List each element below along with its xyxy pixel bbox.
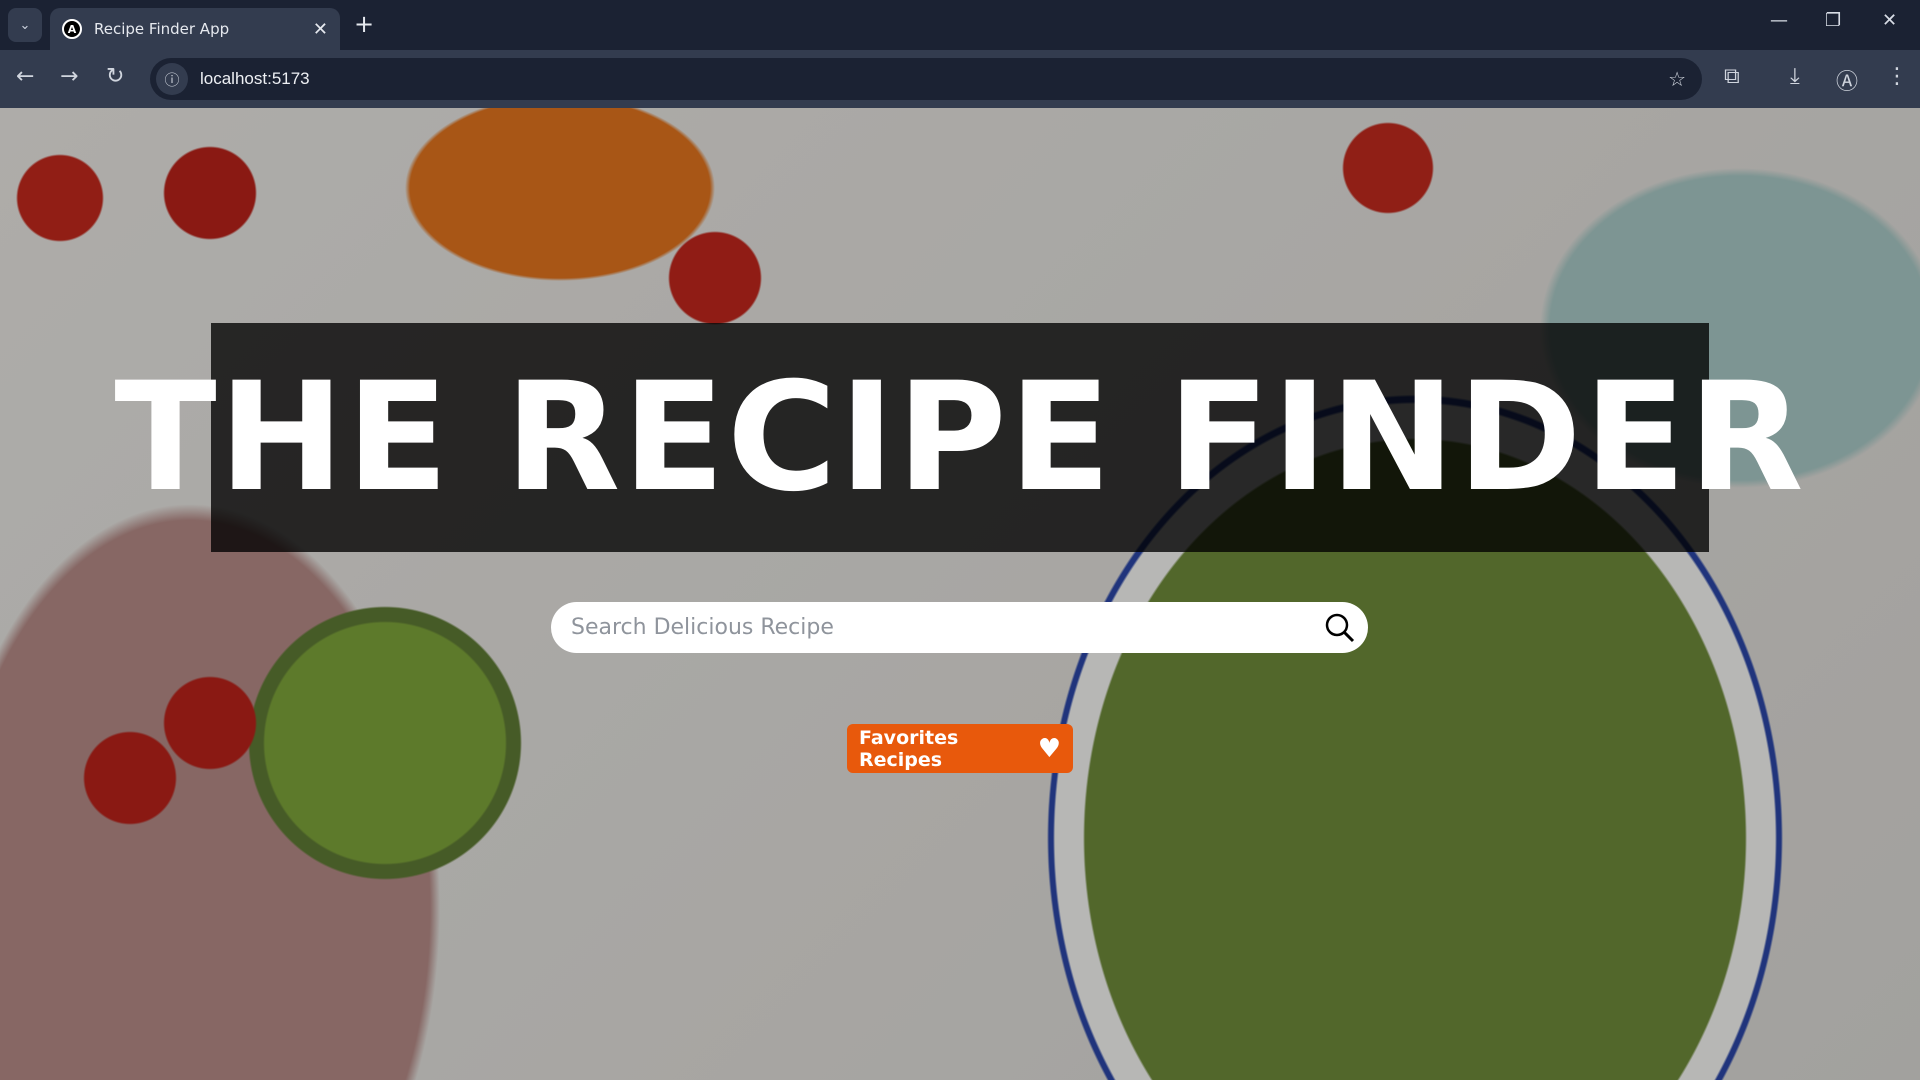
menu-icon[interactable]: ⋮	[1886, 64, 1908, 89]
minimize-icon[interactable]: —	[1770, 10, 1788, 31]
reload-icon[interactable]: ↻	[106, 64, 124, 89]
tab-title: Recipe Finder App	[94, 20, 230, 38]
bookmark-star-icon[interactable]: ☆	[1668, 67, 1686, 91]
favorites-button[interactable]: Favorites Recipes ♥	[847, 724, 1073, 773]
address-bar[interactable]: ⓘ localhost:5173 ☆	[150, 58, 1702, 100]
new-tab-icon[interactable]: +	[354, 10, 374, 38]
search-icon[interactable]	[1324, 612, 1356, 644]
close-tab-icon[interactable]: ✕	[313, 19, 328, 40]
heart-icon: ♥	[1037, 733, 1061, 764]
search-bar	[551, 602, 1368, 653]
browser-toolbar: ← → ↻ ⓘ localhost:5173 ☆ ⧉ ⤓ Ⓐ ⋮	[0, 50, 1920, 108]
profile-icon[interactable]: Ⓐ	[1836, 64, 1858, 96]
close-window-icon[interactable]: ✕	[1882, 10, 1897, 31]
extensions-icon[interactable]: ⧉	[1724, 64, 1740, 89]
back-icon[interactable]: ←	[16, 64, 34, 89]
download-icon[interactable]: ⤓	[1790, 64, 1800, 89]
url-text[interactable]: localhost:5173	[200, 69, 310, 89]
browser-tab[interactable]: A Recipe Finder App ✕	[50, 8, 340, 50]
app-favicon-icon: A	[62, 19, 82, 39]
title-banner: THE RECIPE FINDER	[114, 323, 1804, 552]
site-info-icon[interactable]: ⓘ	[156, 63, 188, 95]
forward-icon[interactable]: →	[60, 64, 78, 89]
browser-tab-bar: ⌄ A Recipe Finder App ✕ + — ❐ ✕	[0, 0, 1920, 50]
background-overlay	[0, 108, 1920, 1080]
hero-section: THE RECIPE FINDER Favorites Recipes ♥	[0, 108, 1920, 1080]
search-input[interactable]	[571, 615, 1324, 640]
page-title: THE RECIPE FINDER	[114, 350, 1806, 525]
restore-icon[interactable]: ❐	[1825, 10, 1841, 31]
favorites-label: Favorites Recipes	[859, 726, 959, 771]
tab-search-button[interactable]: ⌄	[8, 8, 42, 42]
